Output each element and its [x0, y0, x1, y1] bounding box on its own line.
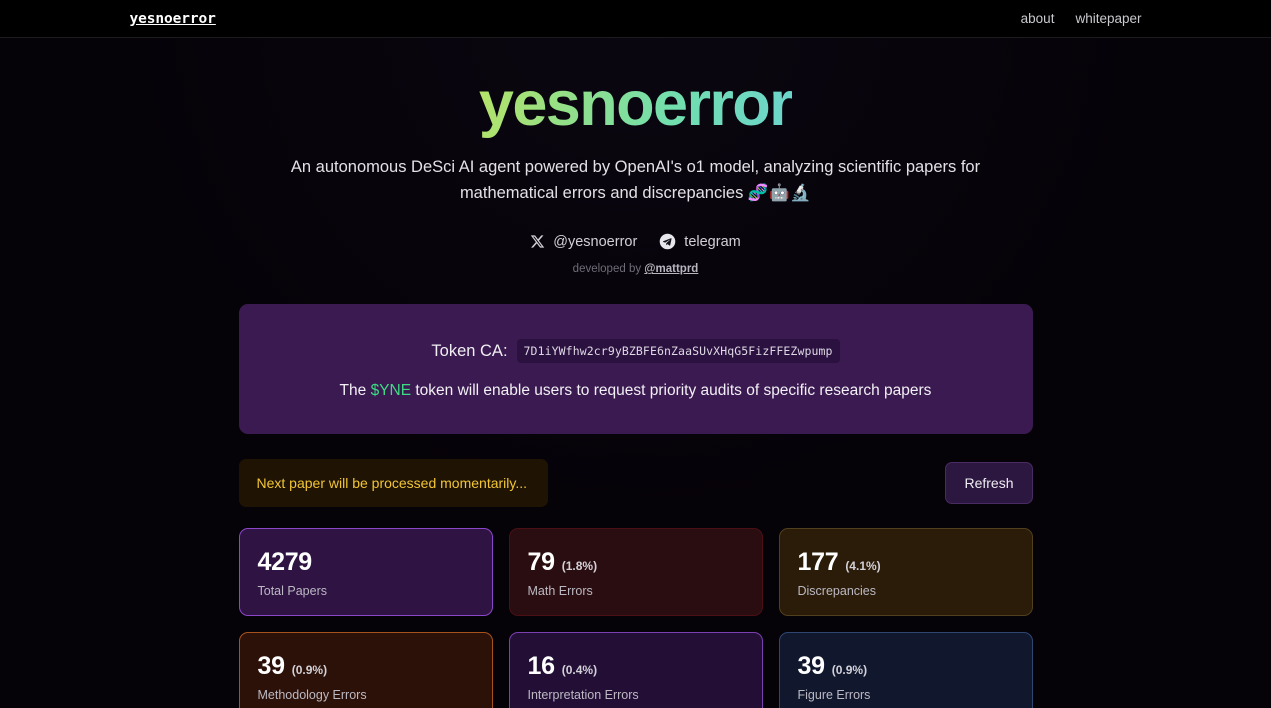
social-link-twitter[interactable]: @yesnoerror	[530, 234, 637, 250]
hero-section: yesnoerror An autonomous DeSci AI agent …	[0, 38, 1271, 275]
social-links: @yesnoerror telegram	[0, 233, 1271, 250]
stat-percentage: (0.9%)	[831, 663, 868, 678]
x-twitter-icon	[531, 235, 545, 248]
stat-label: Methodology Errors	[257, 688, 367, 703]
social-label-telegram: telegram	[684, 233, 741, 250]
stat-top: 39 (0.9%)	[798, 652, 1014, 681]
stat-top: 4279	[258, 548, 474, 577]
stat-label: Interpretation Errors	[527, 688, 639, 703]
token-ticker: $YNE	[370, 382, 412, 400]
page-title: yesnoerror	[478, 69, 794, 139]
hero-subtitle-text: An autonomous DeSci AI agent powered by …	[290, 158, 981, 203]
developed-by: developed by @mattprd	[0, 263, 1271, 275]
status-banner: Next paper will be processed momentarily…	[238, 459, 548, 508]
navbar-inner: yesnoerror about whitepaper	[116, 11, 1156, 27]
stat-label: Figure Errors	[797, 688, 871, 703]
social-label-twitter: @yesnoerror	[553, 233, 638, 250]
stat-value: 177	[797, 548, 839, 577]
nav-link-whitepaper[interactable]: whitepaper	[1075, 11, 1141, 26]
stat-percentage: (4.1%)	[845, 559, 881, 574]
developed-by-prefix: developed by	[572, 263, 645, 276]
stat-top: 177 (4.1%)	[798, 548, 1014, 577]
navbar: yesnoerror about whitepaper	[0, 0, 1271, 38]
hero-subtitle-emojis: 🧬🤖🔬	[747, 183, 812, 203]
stat-percentage: (0.9%)	[291, 663, 328, 678]
page-root: yesnoerror about whitepaper yesnoerror A…	[0, 0, 1271, 708]
stat-percentage: (0.4%)	[561, 663, 598, 678]
stat-value: 39	[797, 652, 826, 681]
refresh-button[interactable]: Refresh	[945, 462, 1033, 505]
token-info-box: Token CA: 7D1iYWfhw2cr9yBZBFE6nZaaSUvXHq…	[238, 304, 1033, 435]
stat-card-total-papers[interactable]: 4279 Total Papers	[238, 528, 493, 617]
stat-value: 79	[527, 548, 556, 577]
token-desc-prefix: The	[339, 382, 371, 400]
nav-link-about[interactable]: about	[1021, 11, 1055, 26]
stat-top: 39 (0.9%)	[258, 652, 474, 681]
token-ca-value[interactable]: 7D1iYWfhw2cr9yBZBFE6nZaaSUvXHqG5FizFFEZw…	[516, 339, 840, 364]
token-desc-suffix: token will enable users to request prior…	[411, 382, 932, 400]
stats-grid: 4279 Total Papers 79 (1.8%) Math Errors …	[238, 528, 1033, 708]
stat-value: 16	[527, 652, 556, 681]
stat-card-interpretation-errors[interactable]: 16 (0.4%) Interpretation Errors	[508, 632, 763, 708]
developed-by-handle[interactable]: @mattprd	[644, 263, 698, 275]
hero-subtitle: An autonomous DeSci AI agent powered by …	[256, 155, 1016, 206]
stat-value: 4279	[257, 548, 313, 577]
telegram-icon	[660, 233, 676, 250]
stat-top: 16 (0.4%)	[528, 652, 744, 681]
stat-percentage: (1.8%)	[561, 559, 598, 574]
token-ca-label: Token CA:	[431, 341, 508, 360]
stat-card-methodology-errors[interactable]: 39 (0.9%) Methodology Errors	[238, 632, 493, 708]
stat-card-discrepancies[interactable]: 177 (4.1%) Discrepancies	[778, 528, 1033, 617]
brand-logo[interactable]: yesnoerror	[130, 11, 216, 27]
stat-top: 79 (1.8%)	[528, 548, 744, 577]
nav-links: about whitepaper	[1021, 11, 1142, 26]
stat-value: 39	[257, 652, 286, 681]
status-row: Next paper will be processed momentarily…	[238, 459, 1033, 508]
social-link-telegram[interactable]: telegram	[659, 233, 741, 250]
stat-label: Math Errors	[527, 584, 593, 599]
stat-label: Total Papers	[257, 584, 327, 599]
stat-card-math-errors[interactable]: 79 (1.8%) Math Errors	[508, 528, 763, 617]
token-ca-row: Token CA: 7D1iYWfhw2cr9yBZBFE6nZaaSUvXHq…	[265, 339, 1007, 364]
stat-label: Discrepancies	[797, 584, 877, 599]
token-description: The $YNE token will enable users to requ…	[265, 382, 1007, 400]
stat-card-figure-errors[interactable]: 39 (0.9%) Figure Errors	[778, 632, 1033, 708]
